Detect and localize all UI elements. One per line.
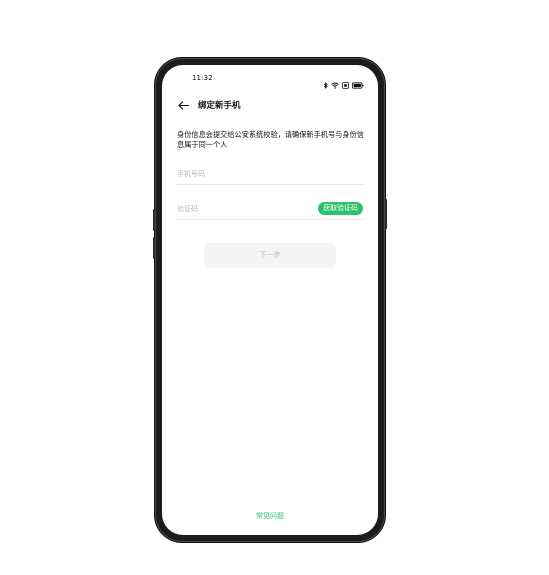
status-bar: 11:32 bbox=[162, 65, 378, 89]
screen: 11:32 绑定新手机 身份信息会提交给公安系统校验，请确保新手机号与身份信息属… bbox=[162, 65, 378, 535]
identity-notice: 身份信息会提交给公安系统校验，请确保新手机号与身份信息属于同一个人 bbox=[177, 130, 364, 149]
bluetooth-icon bbox=[323, 74, 328, 93]
phone-input[interactable] bbox=[177, 166, 297, 182]
back-button[interactable] bbox=[176, 97, 190, 111]
status-icons bbox=[323, 74, 364, 93]
code-field: 获取验证码 bbox=[177, 201, 363, 220]
faq-link[interactable]: 常见问题 bbox=[162, 511, 378, 521]
volume-button bbox=[153, 237, 155, 259]
status-time: 11:32 bbox=[192, 74, 213, 82]
arrow-left-icon bbox=[177, 95, 189, 114]
wifi-icon bbox=[331, 74, 339, 93]
sim-icon bbox=[342, 74, 349, 93]
phone-field bbox=[177, 166, 363, 185]
volume-button bbox=[153, 209, 155, 231]
page-title: 绑定新手机 bbox=[198, 101, 241, 111]
nav-bar: 绑定新手机 bbox=[162, 95, 378, 115]
home-indicator-bar bbox=[162, 527, 378, 535]
next-step-button[interactable]: 下一步 bbox=[204, 243, 336, 268]
code-input[interactable] bbox=[177, 201, 297, 217]
battery-icon bbox=[352, 74, 364, 93]
power-button bbox=[385, 199, 387, 229]
get-code-button[interactable]: 获取验证码 bbox=[318, 202, 363, 215]
phone-frame: 11:32 绑定新手机 身份信息会提交给公安系统校验，请确保新手机号与身份信息属… bbox=[153, 59, 387, 541]
